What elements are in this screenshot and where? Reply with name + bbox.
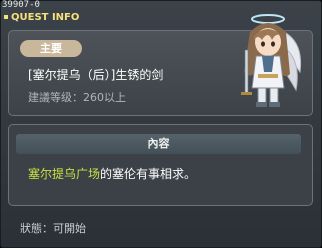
quest-status: 狀態：可開始 (20, 222, 86, 235)
quest-description: 塞尔提乌广场的塞伦有事相求。 (28, 165, 196, 182)
quest-name: [塞尔提乌（后）]生锈的剑 (28, 68, 164, 82)
npc-portrait-icon (241, 14, 302, 107)
title-dot-icon (4, 15, 8, 19)
content-header: 內容 (16, 134, 301, 154)
description-text: 的塞伦有事相求。 (100, 167, 197, 181)
quest-id: 39907-0 (2, 0, 40, 10)
window-title: QUEST INFO (11, 11, 80, 23)
quest-type-tag: 主要 (20, 40, 82, 57)
title-bar[interactable]: QUEST INFO (2, 10, 79, 24)
quest-level-requirement: 建議等级：260以上 (28, 91, 126, 104)
location-link[interactable]: 塞尔提乌广场 (28, 167, 100, 181)
